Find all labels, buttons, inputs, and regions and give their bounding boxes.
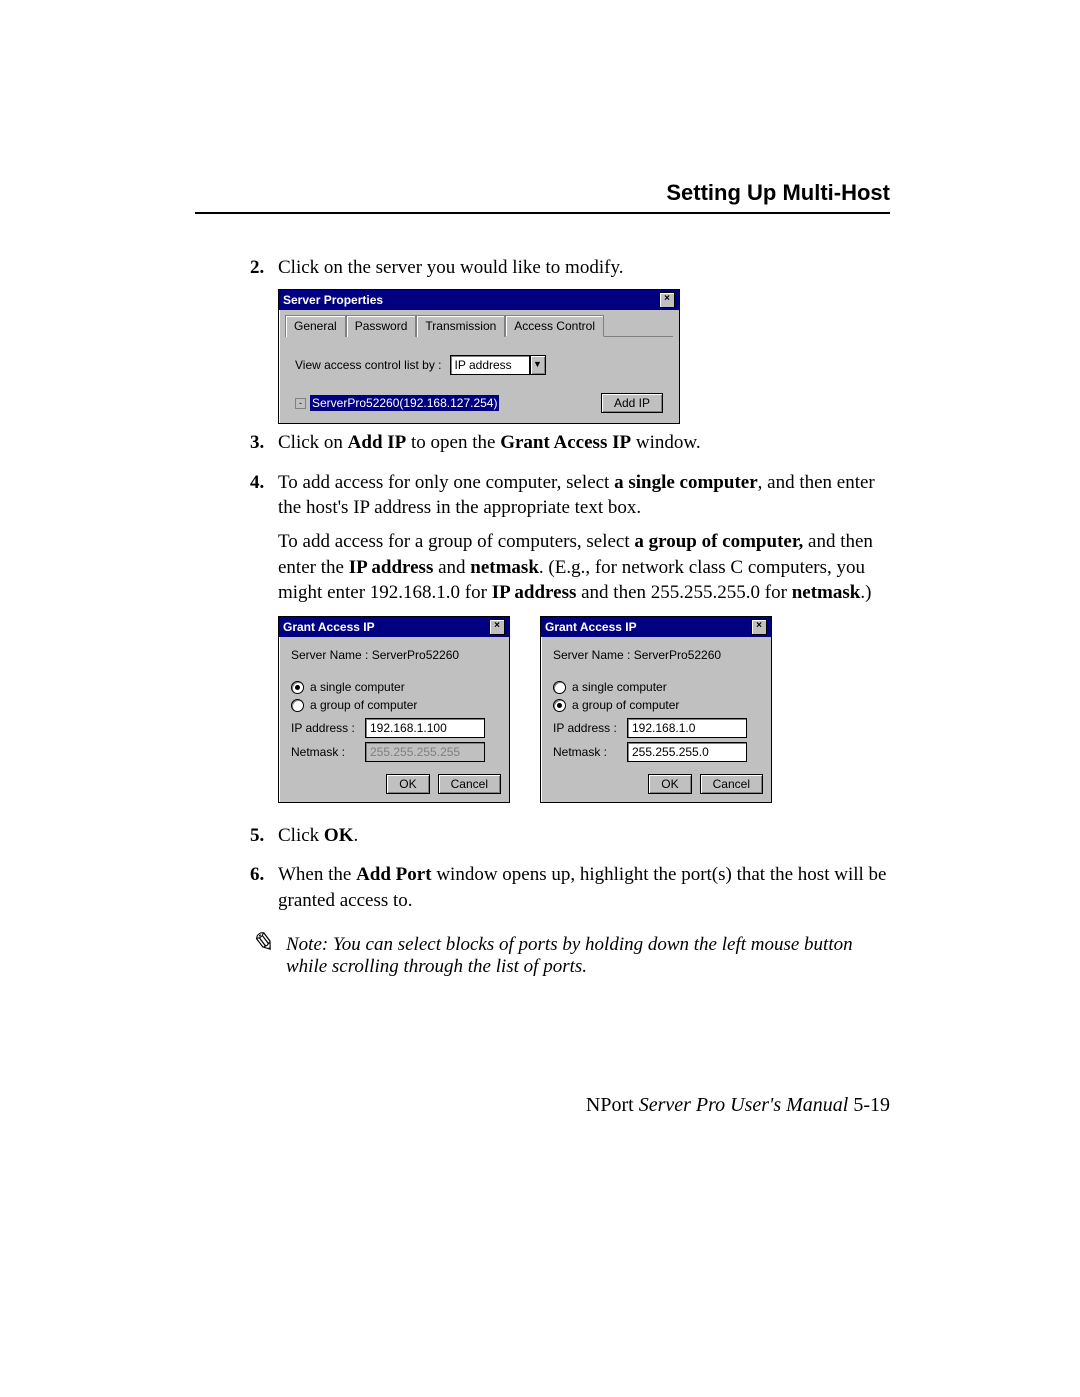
grant-group-server: Server Name : ServerPro52260 [553,647,759,663]
cancel-button[interactable]: Cancel [438,774,501,794]
add-ip-button[interactable]: Add IP [601,393,663,413]
footer-product: NPort [586,1094,639,1116]
radio-icon [291,699,304,712]
tab-general[interactable]: General [285,315,346,337]
step-5: 5. Click OK. [250,823,890,857]
grant-single-title: Grant Access IP [283,619,375,635]
ok-button[interactable]: OK [648,774,691,794]
server-properties-title: Server Properties [283,292,383,308]
note: ✎ Note: You can select blocks of ports b… [250,934,890,978]
viewby-combo[interactable]: IP address ▼ [450,355,546,375]
step-6-number: 6. [250,862,278,921]
netmask-input[interactable]: 255.255.255.0 [627,742,747,762]
netmask-input: 255.255.255.255 [365,742,485,762]
ip-input[interactable]: 192.168.1.0 [627,718,747,738]
server-properties-titlebar: Server Properties × [279,290,679,310]
step-2-text: Click on the server you would like to mo… [278,257,623,278]
tab-access-control[interactable]: Access Control [505,315,604,337]
radio-single-computer[interactable]: a single computer [291,679,497,695]
tab-password[interactable]: Password [346,315,417,337]
page-header: Setting Up Multi-Host [195,180,890,214]
netmask-label: Netmask : [291,744,357,760]
step-6: 6. When the Add Port window opens up, hi… [250,862,890,921]
grant-access-dialog-group: Grant Access IP × Server Name : ServerPr… [540,616,772,803]
radio-icon [553,699,566,712]
ip-input[interactable]: 192.168.1.100 [365,718,485,738]
step-3: 3. Click on Add IP to open the Grant Acc… [250,430,890,464]
netmask-label: Netmask : [553,744,619,760]
tab-strip: General Password Transmission Access Con… [285,314,673,337]
note-icon: ✎ [250,934,278,978]
radio-group-computer[interactable]: a group of computer [291,697,497,713]
tab-transmission[interactable]: Transmission [416,315,505,337]
ip-label: IP address : [553,720,619,736]
grant-access-dialog-single: Grant Access IP × Server Name : ServerPr… [278,616,510,803]
radio-icon [291,681,304,694]
ok-button[interactable]: OK [386,774,429,794]
chevron-down-icon[interactable]: ▼ [530,355,546,375]
close-icon[interactable]: × [751,619,767,635]
viewby-label: View access control list by : [295,357,442,373]
step-4: 4. To add access for only one computer, … [250,470,890,817]
close-icon[interactable]: × [489,619,505,635]
page-footer: NPort Server Pro User's Manual 5-19 [0,1094,890,1117]
cancel-button[interactable]: Cancel [700,774,763,794]
note-text: Note: You can select blocks of ports by … [286,934,890,978]
footer-manual: Server Pro User's Manual [639,1094,849,1116]
step-5-number: 5. [250,823,278,857]
close-icon[interactable]: × [659,292,675,308]
footer-page: 5-19 [848,1094,890,1116]
step-3-number: 3. [250,430,278,464]
radio-icon [553,681,566,694]
radio-single-computer[interactable]: a single computer [553,679,759,695]
tree-expand-icon[interactable]: - [295,398,306,409]
tree-selected-item[interactable]: ServerPro52260(192.168.127.254) [310,395,499,411]
step-4-number: 4. [250,470,278,817]
ip-label: IP address : [291,720,357,736]
radio-group-computer[interactable]: a group of computer [553,697,759,713]
header-title: Setting Up Multi-Host [666,180,890,205]
viewby-value: IP address [450,355,530,375]
grant-single-server: Server Name : ServerPro52260 [291,647,497,663]
grant-group-title: Grant Access IP [545,619,637,635]
server-properties-dialog: Server Properties × General Password Tra… [278,289,680,424]
step-2: 2. Click on the server you would like to… [250,255,890,424]
step-2-number: 2. [250,255,278,424]
